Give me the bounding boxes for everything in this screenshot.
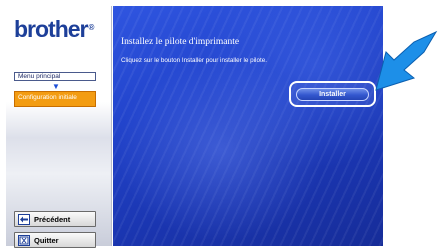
install-button-label: Installer — [296, 87, 369, 101]
pointer-arrow-icon — [375, 30, 438, 91]
quit-button-label: Quitter — [34, 235, 59, 245]
installer-window: brother® Menu principal ▼ Configuration … — [0, 0, 439, 251]
main-menu-link[interactable]: Menu principal — [14, 72, 96, 81]
install-button[interactable]: Installer — [289, 81, 376, 107]
current-step-label: Configuration initiale — [14, 91, 96, 107]
page-title: Installez le pilote d'imprimante — [121, 37, 240, 47]
previous-button[interactable]: Précédent — [14, 211, 96, 227]
previous-button-label: Précédent — [34, 214, 71, 224]
step-arrow-icon: ▼ — [52, 82, 60, 91]
sidebar: brother® Menu principal ▼ Configuration … — [6, 6, 112, 248]
back-arrow-icon — [18, 213, 30, 225]
main-panel: Installez le pilote d'imprimante Cliquez… — [113, 6, 383, 246]
quit-button[interactable]: Quitter — [14, 232, 96, 248]
instruction-text: Cliquez sur le bouton Installer pour ins… — [121, 57, 267, 64]
brother-logo: brother® — [14, 16, 94, 42]
exit-door-icon — [18, 234, 30, 246]
